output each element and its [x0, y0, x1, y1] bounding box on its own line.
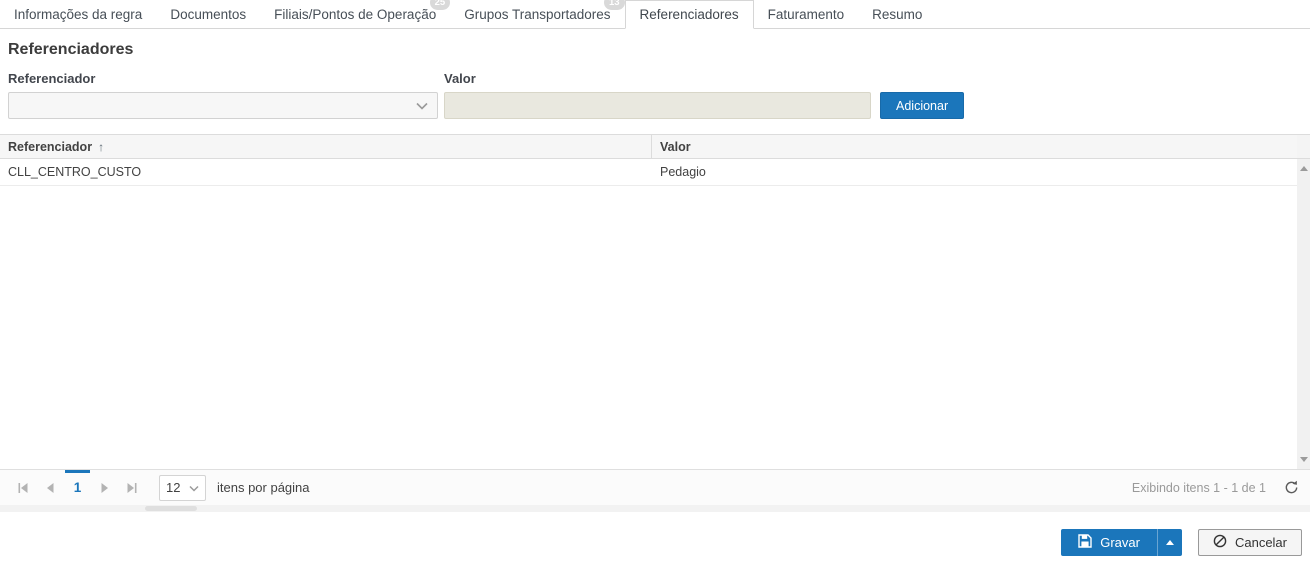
gravar-dropdown-toggle[interactable]: [1156, 529, 1182, 556]
column-header-referenciador[interactable]: Referenciador ↑: [0, 135, 652, 158]
tab-count-badge: 13: [603, 0, 625, 10]
last-page-icon: [126, 482, 137, 493]
referenciador-field-group: Referenciador: [8, 71, 438, 119]
caret-up-icon: [1165, 540, 1174, 545]
next-page-icon: [101, 482, 108, 493]
valor-input[interactable]: [444, 92, 871, 119]
grid-pager: 1 12 itens por página Exibindo itens 1 -…: [0, 469, 1310, 505]
column-header-label: Valor: [660, 139, 691, 154]
items-per-page-label: itens por página: [217, 480, 310, 495]
cancelar-button[interactable]: Cancelar: [1197, 529, 1302, 556]
column-header-valor[interactable]: Valor: [652, 135, 1297, 158]
prev-page-button[interactable]: [37, 475, 64, 501]
valor-label: Valor: [444, 71, 476, 86]
tab-label: Referenciadores: [639, 7, 739, 22]
next-page-button[interactable]: [91, 475, 118, 501]
tab-documentos[interactable]: Documentos: [156, 0, 260, 28]
tab-label: Informações da regra: [14, 6, 143, 22]
gravar-button[interactable]: Gravar: [1061, 529, 1157, 556]
tab-label: Grupos Transportadores: [464, 6, 611, 22]
grid-header: Referenciador ↑ Valor: [0, 135, 1310, 159]
grid-header-spacer: [1297, 135, 1310, 158]
tab-count-badge: 25: [429, 0, 451, 10]
tab-referenciadores[interactable]: Referenciadores: [624, 0, 754, 29]
referenciadores-grid: Referenciador ↑ Valor CLL_CENTRO_CUSTO P…: [0, 134, 1310, 469]
scroll-up-icon[interactable]: [1297, 161, 1310, 176]
tab-filiais-pontos-de-operacao[interactable]: Filiais/Pontos de Operação 25: [260, 0, 451, 28]
tab-informacoes-da-regra[interactable]: Informações da regra: [0, 0, 156, 28]
chevron-down-icon: [416, 97, 428, 115]
save-icon: [1078, 534, 1092, 551]
adicionar-button[interactable]: Adicionar: [880, 92, 965, 119]
vertical-scrollbar[interactable]: [1297, 159, 1310, 469]
tab-bar: Informações da regra Documentos Filiais/…: [0, 0, 1310, 29]
cancelar-label: Cancelar: [1234, 535, 1287, 550]
page-title: Referenciadores: [8, 41, 134, 58]
pager-right: Exibindo itens 1 - 1 de 1: [1132, 479, 1300, 497]
referenciador-form: Referenciador Valor Adicionar: [8, 71, 1310, 119]
first-page-button[interactable]: [10, 475, 37, 501]
tab-grupos-transportadores[interactable]: Grupos Transportadores 13: [450, 0, 625, 28]
sort-asc-icon: ↑: [98, 139, 105, 154]
footer-actions: Gravar Cancelar: [0, 529, 1310, 556]
column-header-label: Referenciador: [8, 139, 93, 154]
gravar-split-button: Gravar: [1061, 529, 1182, 556]
scroll-down-icon[interactable]: [1297, 452, 1310, 467]
referenciador-dropdown[interactable]: [8, 92, 438, 119]
horizontal-scrollbar[interactable]: [0, 505, 1310, 512]
tab-label: Filiais/Pontos de Operação: [274, 6, 437, 22]
gravar-label: Gravar: [1100, 535, 1140, 550]
first-page-icon: [18, 482, 29, 493]
last-page-button[interactable]: [118, 475, 145, 501]
pager-info: Exibindo itens 1 - 1 de 1: [1131, 480, 1266, 495]
tab-label: Resumo: [872, 6, 923, 22]
valor-field-group: Valor: [444, 71, 871, 119]
current-page-button[interactable]: 1: [64, 469, 91, 506]
table-row[interactable]: CLL_CENTRO_CUSTO Pedagio: [0, 159, 1297, 186]
referenciador-label: Referenciador: [8, 71, 96, 86]
page-size-value: 12: [166, 480, 181, 495]
chevron-down-icon: [189, 480, 199, 495]
page-size-select[interactable]: 12: [159, 474, 206, 501]
prev-page-icon: [47, 482, 54, 493]
horizontal-scrollbar-thumb[interactable]: [145, 506, 197, 511]
cell-referenciador: CLL_CENTRO_CUSTO: [8, 165, 142, 179]
tab-label: Faturamento: [767, 6, 845, 22]
cell-valor: Pedagio: [660, 165, 706, 179]
grid-body: CLL_CENTRO_CUSTO Pedagio: [0, 159, 1297, 469]
cancel-icon: [1213, 534, 1227, 551]
refresh-icon[interactable]: [1282, 479, 1300, 497]
tab-faturamento[interactable]: Faturamento: [754, 0, 859, 28]
tab-resumo[interactable]: Resumo: [858, 0, 936, 28]
tab-label: Documentos: [170, 6, 247, 22]
